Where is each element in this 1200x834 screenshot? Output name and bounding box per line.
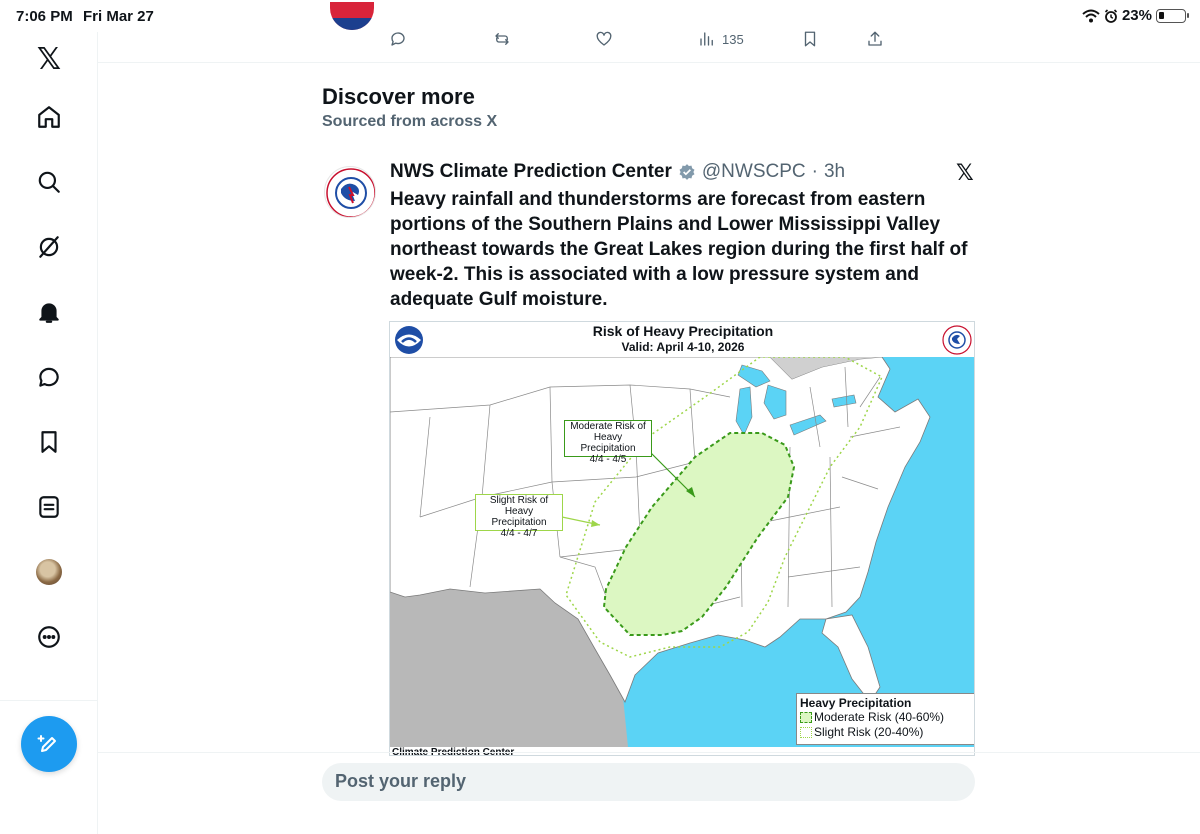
sidebar-item-home[interactable]	[30, 98, 68, 136]
sidebar-item-messages[interactable]	[30, 358, 68, 396]
x-logo[interactable]: 𝕏	[30, 40, 68, 78]
share-icon	[868, 31, 882, 46]
post-handle[interactable]: @NWSCPC	[702, 161, 806, 183]
list-icon	[39, 496, 59, 518]
sidebar-divider	[0, 700, 98, 701]
post-author-avatar[interactable]	[324, 166, 376, 218]
sidebar-item-notifications[interactable]	[30, 293, 68, 331]
avatar	[36, 559, 62, 585]
legend-label-moderate: Moderate Risk (40-60%)	[814, 710, 945, 724]
views-icon	[700, 32, 713, 46]
callout-line: Moderate Risk of	[570, 421, 646, 432]
battery-icon	[1156, 8, 1189, 23]
divider	[98, 62, 1200, 63]
callout-line: 4/4 - 4/5	[589, 454, 627, 465]
legend-swatch-moderate	[800, 712, 812, 723]
share-button[interactable]	[866, 30, 884, 48]
heart-icon	[596, 31, 612, 46]
battery-percent: 23%	[1121, 7, 1152, 24]
status-indicators: 23%	[1082, 7, 1189, 24]
alarm-icon	[1104, 8, 1118, 23]
sidebar-item-grok[interactable]	[30, 228, 68, 266]
status-bar: 7:06 PM Fri Mar 27 23%	[0, 0, 1200, 32]
moderate-risk-callout: Moderate Risk of Heavy Precipitation 4/4…	[564, 420, 652, 465]
nws-logo-icon	[326, 168, 375, 217]
divider	[98, 752, 1200, 753]
bell-icon	[39, 303, 59, 323]
compose-icon	[37, 735, 56, 752]
legend-label-slight: Slight Risk (20-40%)	[814, 725, 924, 739]
reply-icon	[391, 32, 405, 46]
repost-icon	[495, 33, 509, 45]
sidebar-item-more[interactable]	[30, 618, 68, 656]
sidebar: 𝕏	[0, 32, 98, 834]
repost-button[interactable]	[493, 30, 517, 48]
reply-input[interactable]: Post your reply	[322, 763, 975, 801]
slight-risk-callout: Slight Risk of Heavy Precipitation 4/4 -…	[475, 494, 563, 539]
map-valid-dates: Valid: April 4-10, 2026	[621, 340, 745, 354]
home-icon	[38, 106, 60, 128]
status-date: Fri Mar 27	[83, 8, 154, 25]
post-image[interactable]: Risk of Heavy Precipitation Valid: April…	[389, 321, 975, 756]
status-time: 7:06 PM	[16, 8, 73, 25]
bookmark-icon	[41, 431, 57, 453]
callout-line: 4/4 - 4/7	[500, 528, 538, 539]
compose-button[interactable]	[21, 716, 77, 772]
sidebar-item-lists[interactable]	[30, 488, 68, 526]
bookmark-icon	[804, 31, 816, 47]
previous-post-avatar[interactable]	[330, 2, 374, 30]
discover-title: Discover more	[322, 84, 475, 109]
app-root: 7:06 PM Fri Mar 27 23% 135 𝕏 Discover mo…	[0, 0, 1200, 834]
verified-icon	[679, 164, 695, 180]
sidebar-item-profile[interactable]	[30, 553, 68, 591]
post-text: Heavy rainfall and thunderstorms are for…	[390, 189, 968, 310]
battery-level	[1159, 11, 1164, 19]
search-icon	[38, 171, 60, 193]
like-button[interactable]	[595, 30, 619, 48]
map-title: Risk of Heavy Precipitation	[592, 323, 774, 339]
views-button[interactable]: 135	[698, 30, 744, 48]
sidebar-item-bookmarks[interactable]	[30, 423, 68, 461]
reply-button[interactable]	[389, 30, 413, 48]
grok-icon	[39, 236, 59, 258]
post-separator: ·	[811, 161, 818, 182]
post-header: NWS Climate Prediction Center @NWSCPC · …	[390, 161, 845, 183]
post-author-name[interactable]: NWS Climate Prediction Center	[390, 161, 672, 183]
callout-line: Slight Risk of	[489, 495, 549, 506]
sidebar-item-explore[interactable]	[30, 163, 68, 201]
post-time[interactable]: 3h	[824, 161, 845, 183]
precipitation-map	[390, 357, 974, 747]
legend-title: Heavy Precipitation	[800, 696, 912, 710]
wifi-icon	[1082, 9, 1100, 22]
map-legend: Heavy Precipitation Moderate Risk (40-60…	[796, 693, 974, 745]
callout-line: Heavy Precipitation	[580, 432, 636, 454]
message-icon	[39, 367, 59, 387]
bookmark-button[interactable]	[801, 30, 819, 48]
views-count: 135	[722, 31, 744, 47]
legend-row-moderate: Moderate Risk (40-60%)	[800, 710, 972, 725]
legend-swatch-slight	[800, 727, 812, 738]
discover-subtitle: Sourced from across X	[322, 113, 498, 130]
previous-post-actions: 135	[0, 30, 1200, 54]
x-badge-icon: 𝕏	[956, 160, 974, 185]
legend-row-slight: Slight Risk (20-40%)	[800, 725, 972, 740]
callout-line: Heavy Precipitation	[491, 506, 547, 528]
more-icon	[38, 626, 60, 648]
